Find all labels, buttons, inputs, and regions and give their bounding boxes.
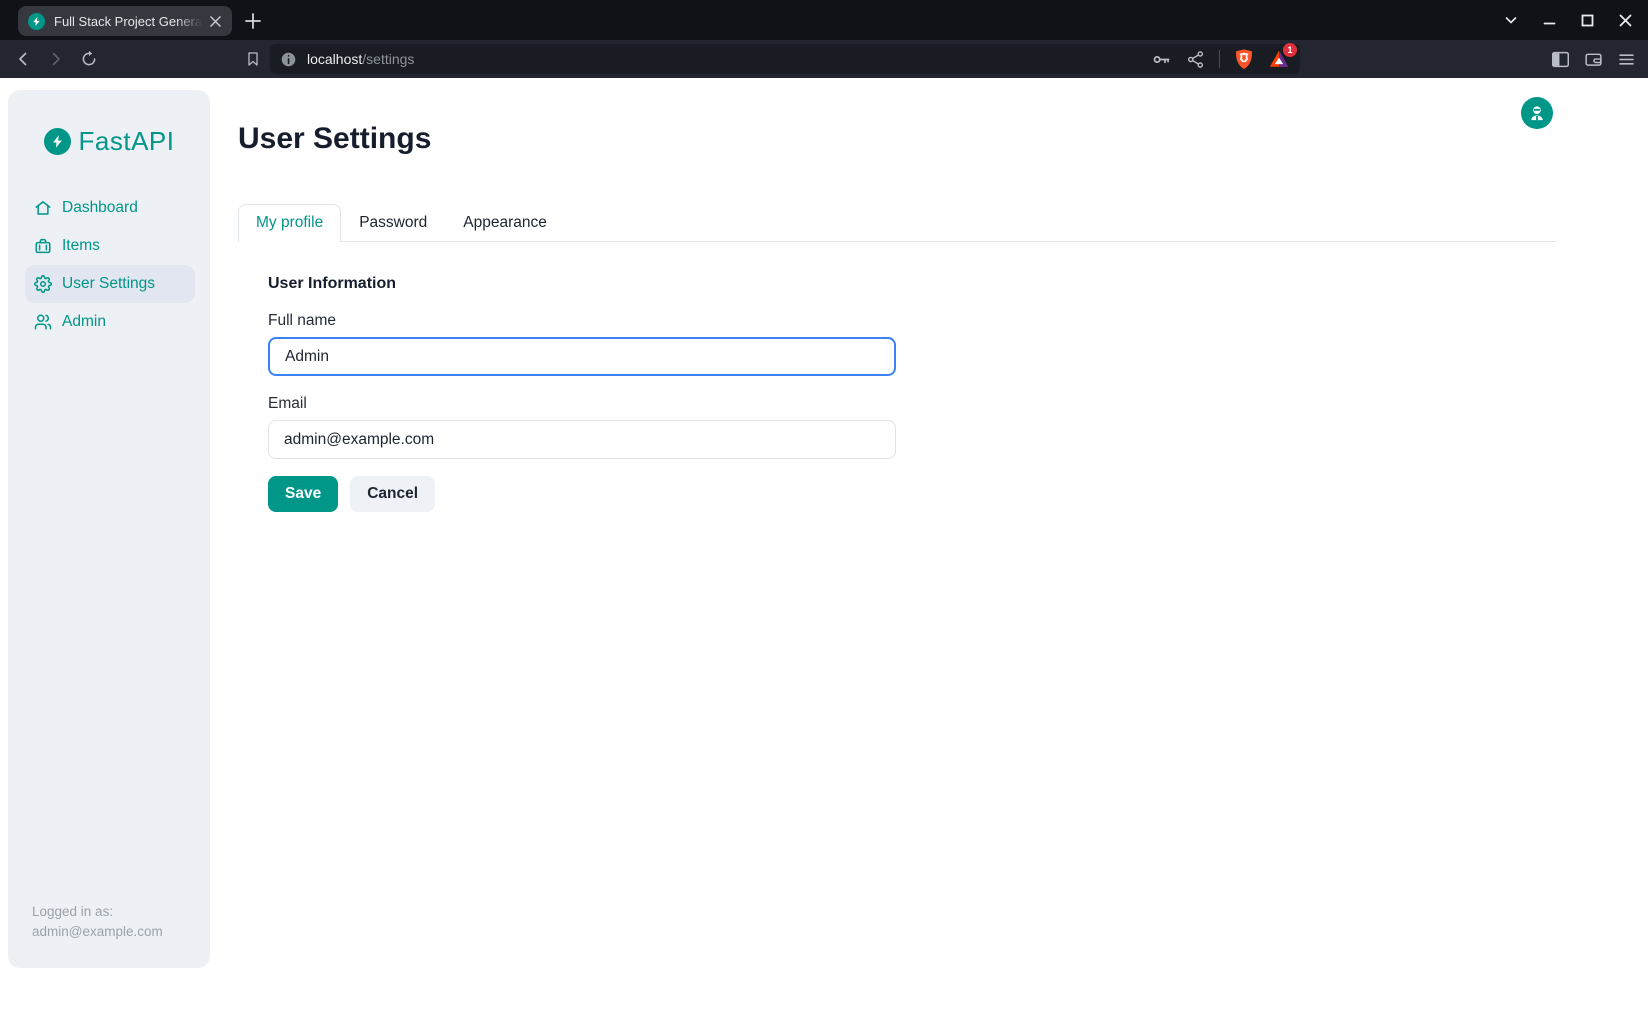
new-tab-button[interactable]: [240, 8, 266, 34]
window-controls: [1498, 0, 1638, 40]
users-icon: [34, 313, 52, 331]
browser-toolbar: localhost/settings: [0, 40, 1648, 78]
logged-in-footer: Logged in as: admin@example.com: [8, 902, 210, 968]
sidebar-item-label: Dashboard: [62, 199, 138, 217]
rewards-badge: 1: [1283, 43, 1297, 57]
tab-close-icon[interactable]: [206, 12, 224, 30]
email-input[interactable]: [268, 420, 896, 459]
section-title: User Information: [268, 275, 1556, 293]
page-title: User Settings: [238, 122, 1556, 156]
tab-title-fade: [176, 14, 202, 29]
wallet-icon[interactable]: [1584, 50, 1603, 69]
home-icon: [34, 199, 52, 217]
full-name-input[interactable]: [268, 337, 896, 376]
brave-shield-icon[interactable]: [1234, 48, 1254, 70]
close-window-icon[interactable]: [1612, 7, 1638, 33]
settings-tabs: My profile Password Appearance: [238, 204, 1556, 242]
profile-panel: User Information Full name Email Save Ca…: [238, 275, 1556, 512]
form-actions: Save Cancel: [268, 476, 1556, 512]
key-icon[interactable]: [1151, 49, 1172, 70]
save-button[interactable]: Save: [268, 476, 338, 512]
site-info-icon[interactable]: [280, 51, 297, 68]
briefcase-icon: [34, 237, 52, 255]
logo-text: FastAPI: [79, 126, 175, 157]
fastapi-logo: FastAPI: [8, 126, 210, 157]
tab-appearance[interactable]: Appearance: [445, 204, 565, 242]
logged-in-email: admin@example.com: [32, 922, 210, 942]
sidebar-item-label: User Settings: [62, 275, 155, 293]
sidebar-nav: Dashboard Items User Settings Admin: [8, 189, 210, 341]
sidebar-item-dashboard[interactable]: Dashboard: [25, 189, 195, 227]
fastapi-favicon-icon: [28, 13, 45, 30]
email-label: Email: [268, 395, 1556, 413]
tab-title: Full Stack Project Genera: [54, 14, 202, 29]
browser-tab[interactable]: Full Stack Project Genera: [18, 6, 232, 36]
sidebar-item-label: Items: [62, 237, 100, 255]
reload-icon[interactable]: [74, 44, 104, 74]
sidebar-item-user-settings[interactable]: User Settings: [25, 265, 195, 303]
main-content: User Settings My profile Password Appear…: [238, 78, 1556, 512]
full-name-label: Full name: [268, 312, 1556, 330]
fastapi-bolt-icon: [44, 128, 71, 155]
back-icon[interactable]: [8, 44, 38, 74]
tab-password[interactable]: Password: [341, 204, 445, 242]
tab-my-profile[interactable]: My profile: [238, 204, 341, 242]
menu-icon[interactable]: [1617, 50, 1636, 69]
browser-titlebar: Full Stack Project Genera: [0, 0, 1648, 40]
cancel-button[interactable]: Cancel: [350, 476, 435, 512]
url-bar[interactable]: localhost/settings: [270, 44, 1300, 74]
side-panel-icon[interactable]: [1551, 50, 1570, 69]
sidebar: FastAPI Dashboard Items User Settings: [8, 90, 210, 968]
tab-search-chevron-icon[interactable]: [1498, 7, 1524, 33]
url-text: localhost/settings: [307, 51, 1151, 67]
brave-rewards-icon[interactable]: 1: [1268, 48, 1290, 70]
minimize-icon[interactable]: [1536, 7, 1562, 33]
page-content: FastAPI Dashboard Items User Settings: [0, 78, 1648, 1025]
forward-icon[interactable]: [41, 44, 71, 74]
maximize-icon[interactable]: [1574, 7, 1600, 33]
toolbar-divider: [1219, 50, 1220, 68]
sidebar-item-label: Admin: [62, 313, 106, 331]
sidebar-item-items[interactable]: Items: [25, 227, 195, 265]
logged-in-label: Logged in as:: [32, 902, 210, 922]
sidebar-item-admin[interactable]: Admin: [25, 303, 195, 341]
bookmark-icon[interactable]: [238, 44, 268, 74]
share-icon[interactable]: [1186, 50, 1205, 69]
gear-icon: [34, 275, 52, 293]
